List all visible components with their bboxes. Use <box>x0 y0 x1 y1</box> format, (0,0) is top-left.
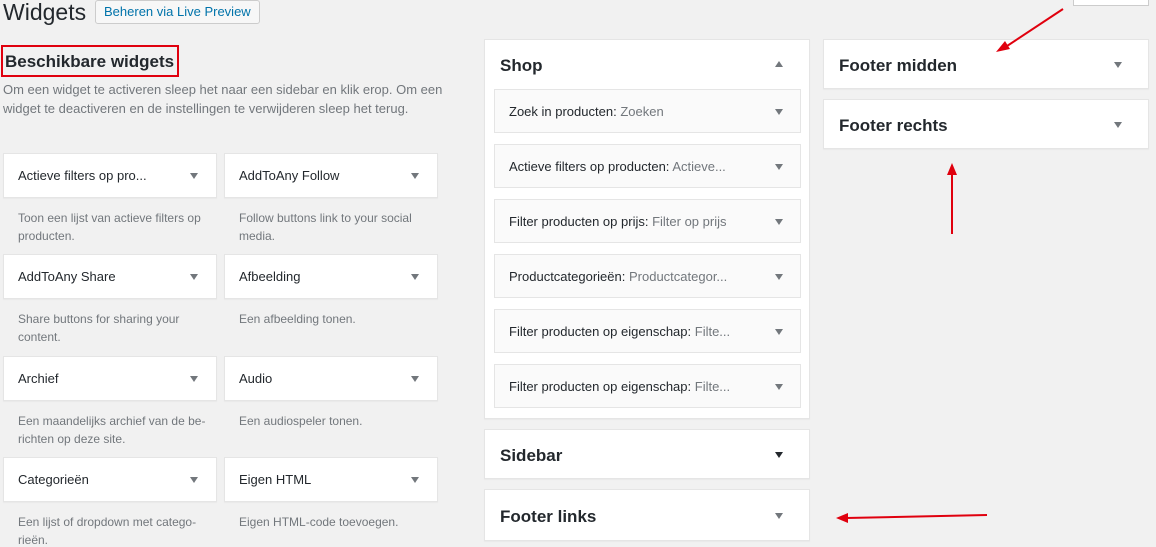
triangle-down-icon[interactable] <box>411 477 419 483</box>
arrowhead <box>947 163 957 175</box>
triangle-down-icon[interactable] <box>411 376 419 382</box>
widget-addtoany-share[interactable]: AddToAny Share <box>3 254 217 299</box>
shop-widget-name: Filter producten op eigenschap: <box>509 379 692 394</box>
widget-title: Audio <box>239 371 273 386</box>
widget-audio[interactable]: Audio <box>224 356 438 401</box>
shop-widget-name: Filter producten op eigenschap: <box>509 324 692 339</box>
shop-widget-filter-eigenschap[interactable]: Filter producten op eigenschap: Filte... <box>494 309 801 353</box>
shop-widget-subtitle: Filter op prijs <box>652 214 727 229</box>
shop-widget-name: Actieve filters op producten: <box>509 159 670 174</box>
widget-description: Share buttons for sharing your content. <box>18 312 180 344</box>
widget-eigen-html[interactable]: Eigen HTML <box>224 457 438 502</box>
triangle-down-icon[interactable] <box>775 164 783 170</box>
available-widgets-heading: Beschikbare widgets <box>1 45 180 77</box>
sidebar-shop-header[interactable]: Shop <box>485 40 809 88</box>
sidebar-title: Shop <box>500 56 543 75</box>
sidebar-footer-midden[interactable]: Footer midden <box>823 39 1149 89</box>
triangle-down-icon[interactable] <box>1114 62 1122 68</box>
triangle-down-icon[interactable] <box>775 384 783 390</box>
available-widgets-description: Om een widget te activeren sleep het naa… <box>3 82 443 116</box>
shop-widget-filter-eigenschap-2[interactable]: Filter producten op eigenschap: Filte... <box>494 364 801 408</box>
sidebar-title: Footer midden <box>839 56 958 75</box>
triangle-down-icon[interactable] <box>775 513 783 519</box>
widget-archief[interactable]: Archief <box>3 356 217 401</box>
triangle-down-icon[interactable] <box>190 173 198 179</box>
widget-title: Categorieën <box>18 472 89 487</box>
triangle-up-icon[interactable] <box>775 61 783 67</box>
shop-widget-subtitle: Filte... <box>694 324 731 339</box>
screen-options-button[interactable] <box>1073 0 1149 6</box>
shop-widget-name: Filter producten op prijs: <box>509 214 649 229</box>
widget-description: Toon een lijst van actieve filters op pr… <box>18 211 201 243</box>
widget-description: Follow buttons link to your social media… <box>239 211 412 243</box>
shop-widget-name: Productcategorieën: <box>509 269 626 284</box>
widget-description: Een audiospeler tonen. <box>239 414 363 428</box>
shop-widget-zoek[interactable]: Zoek in producten: Zoeken <box>494 89 801 133</box>
shop-widget-subtitle: Productcategor... <box>628 269 728 284</box>
widget-description: Een maandelijks archief van de be-richte… <box>18 414 206 446</box>
annotation-arrow-footer-links <box>845 514 988 519</box>
widget-title: Afbeelding <box>239 269 301 284</box>
shop-widget-subtitle: Zoeken <box>620 104 664 119</box>
shop-widget-name: Zoek in producten: <box>509 104 617 119</box>
shop-widget-subtitle: Filte... <box>694 379 731 394</box>
sidebar-title: Footer links <box>500 507 597 526</box>
triangle-down-icon[interactable] <box>1114 122 1122 128</box>
triangle-down-icon[interactable] <box>190 376 198 382</box>
sidebar-footer-rechts[interactable]: Footer rechts <box>823 99 1149 149</box>
widget-description: Een lijst of dropdown met catego-rieën. <box>18 515 197 547</box>
shop-widget-actieve-filters[interactable]: Actieve filters op producten: Actieve... <box>494 144 801 188</box>
widget-description: Eigen HTML-code toevoegen. <box>239 515 399 529</box>
widget-title: AddToAny Follow <box>239 168 340 183</box>
widget-description: Een afbeelding tonen. <box>239 312 356 326</box>
sidebar-title: Footer rechts <box>839 116 948 135</box>
triangle-down-icon[interactable] <box>775 329 783 335</box>
widget-title: Actieve filters op pro... <box>18 168 147 183</box>
widget-title: AddToAny Share <box>18 269 116 284</box>
widget-title: Archief <box>18 371 59 386</box>
triangle-down-icon[interactable] <box>775 274 783 280</box>
shop-widget-filter-prijs[interactable]: Filter producten op prijs: Filter op pri… <box>494 199 801 243</box>
widget-categorieen[interactable]: Categorieën <box>3 457 217 502</box>
triangle-down-icon[interactable] <box>411 173 419 179</box>
page-title: Widgets <box>3 0 87 25</box>
widget-afbeelding[interactable]: Afbeelding <box>224 254 438 299</box>
arrowhead <box>836 513 848 523</box>
sidebar-footer-links[interactable]: Footer links <box>484 489 810 541</box>
triangle-down-icon[interactable] <box>775 452 783 458</box>
triangle-down-icon[interactable] <box>775 109 783 115</box>
widget-title: Eigen HTML <box>239 472 312 487</box>
sidebar-title: Sidebar <box>500 446 563 465</box>
triangle-down-icon[interactable] <box>190 477 198 483</box>
shop-widget-subtitle: Actieve... <box>672 159 726 174</box>
triangle-down-icon[interactable] <box>411 274 419 280</box>
sidebar-shop: Shop Zoek in producten: Zoeken Actieve f… <box>484 39 810 419</box>
live-preview-button[interactable]: Beheren via Live Preview <box>95 0 260 24</box>
triangle-down-icon[interactable] <box>775 219 783 225</box>
triangle-down-icon[interactable] <box>190 274 198 280</box>
widget-actieve-filters[interactable]: Actieve filters op pro... <box>3 153 217 198</box>
sidebar-sidebar[interactable]: Sidebar <box>484 429 810 479</box>
shop-widget-productcategorieen[interactable]: Productcategorieën: Productcategor... <box>494 254 801 298</box>
widget-addtoany-follow[interactable]: AddToAny Follow <box>224 153 438 198</box>
